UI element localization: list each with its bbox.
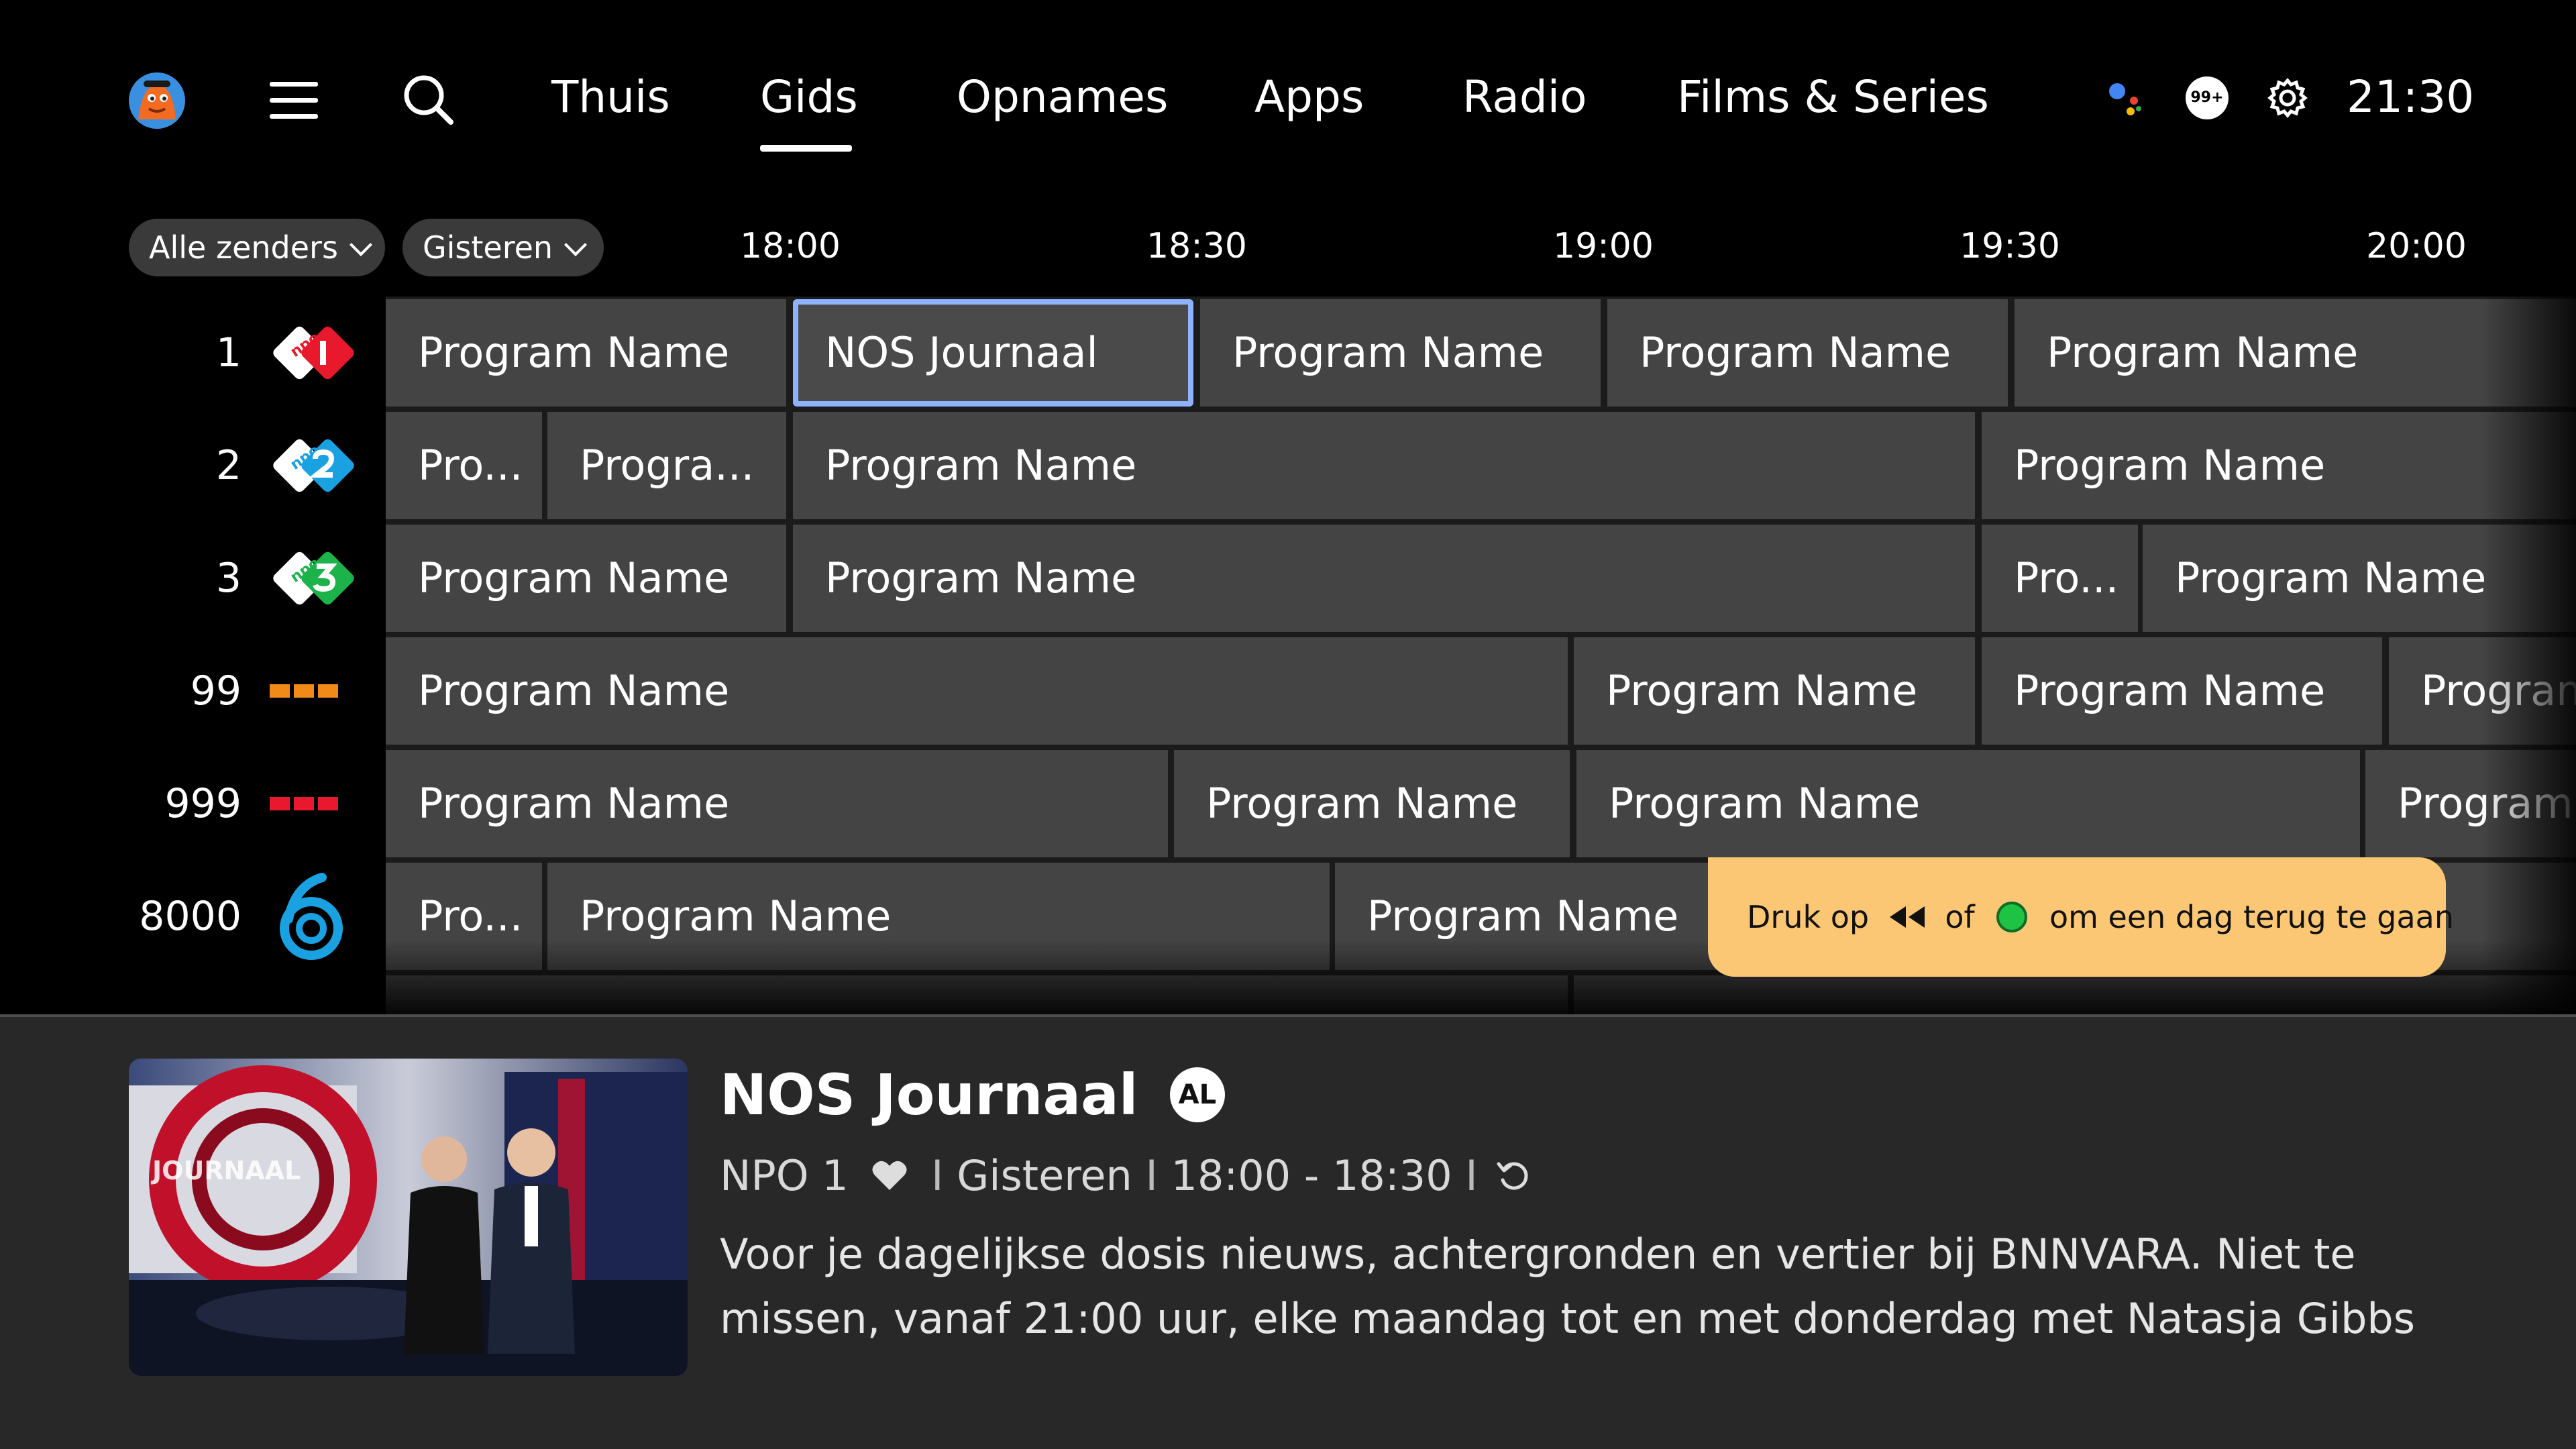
program-cell-focused[interactable]: NOS Journaal: [793, 299, 1193, 407]
program-meta: NPO 1 I Gisteren I 18:00 - 18:30 I: [720, 1146, 1532, 1206]
news-studio-image: JOURNAAL: [129, 1059, 688, 1376]
channel-number: 99: [190, 667, 241, 714]
chevron-down-icon: [564, 233, 588, 256]
npo-1-logo[interactable]: npo: [268, 323, 354, 385]
meta-separator: I: [1145, 1151, 1158, 1200]
program-cell[interactable]: Program Name: [386, 637, 1568, 745]
program-cell[interactable]: Program Name: [386, 525, 786, 632]
gear-icon: [2267, 78, 2308, 118]
replay-icon[interactable]: [1495, 1157, 1532, 1195]
program-cell[interactable]: Program Name: [1982, 412, 2576, 519]
timeline-label: 19:00: [1553, 226, 1654, 266]
npo-3-logo[interactable]: npo: [268, 549, 354, 610]
timeline-label: 18:00: [740, 226, 841, 266]
toast-suffix: om een dag terug te gaan: [2049, 899, 2455, 935]
npo-2-logo[interactable]: npo: [268, 436, 354, 498]
rtl-logo-red[interactable]: [270, 796, 342, 814]
timeline-label: 20:00: [2366, 226, 2467, 266]
program-cell[interactable]: Program Name: [793, 525, 1975, 632]
search-icon: [404, 75, 453, 125]
channel-6-logo[interactable]: [268, 872, 352, 963]
meta-separator: I: [931, 1151, 944, 1200]
program-thumbnail: JOURNAAL: [129, 1059, 688, 1376]
program-cell[interactable]: Program Name: [2143, 525, 2576, 632]
day-filter-label: Gisteren: [423, 229, 553, 266]
meta-channel: NPO 1: [720, 1151, 849, 1200]
profile-avatar[interactable]: [129, 72, 185, 129]
green-button-icon: [1996, 901, 2028, 932]
chevron-down-icon: [349, 233, 372, 256]
program-cell[interactable]: Program Name: [1174, 750, 1570, 857]
channel-number: 1: [215, 329, 241, 376]
rtl-logo-orange-icon: [270, 684, 338, 698]
program-cell[interactable]: Program Name: [1200, 299, 1601, 407]
nav-tab-gids[interactable]: Gids: [760, 67, 858, 127]
settings-button[interactable]: [2266, 76, 2309, 119]
day-filter-dropdown[interactable]: Gisteren: [402, 219, 604, 276]
menu-button[interactable]: [268, 79, 319, 122]
nav-tab-radio[interactable]: Radio: [1462, 67, 1587, 127]
program-cell[interactable]: Program Name: [1576, 750, 2360, 857]
program-cell[interactable]: Program Name: [2015, 299, 2576, 407]
program-cell[interactable]: Program Name: [793, 412, 1975, 519]
notifications-button[interactable]: 99+: [2186, 76, 2229, 119]
rtl-logo-red-icon: [270, 797, 338, 810]
program-cell[interactable]: Program Name: [1574, 637, 1975, 745]
notifications-badge: 99+: [2190, 89, 2224, 106]
timeline-label: 18:30: [1146, 226, 1247, 266]
thumbnail-text: JOURNAAL: [150, 1156, 301, 1185]
age-rating-text: AL: [1178, 1079, 1217, 1111]
avatar-icon: [129, 72, 185, 129]
program-cell[interactable]: Program Name: [2365, 750, 2576, 857]
program-cell-partial[interactable]: [386, 975, 1568, 1014]
program-cell[interactable]: Pro...: [1982, 525, 2138, 632]
toast-prefix: Druk op: [1747, 899, 1870, 935]
hint-toast: Druk op of om een dag terug te gaan: [1708, 857, 2454, 977]
program-description: Voor je dagelijkse dosis nieuws, achterg…: [720, 1230, 2416, 1360]
program-cell[interactable]: Program Name: [386, 750, 1168, 857]
hamburger-menu-icon: [270, 82, 318, 119]
program-cell[interactable]: Pro...: [386, 412, 542, 519]
program-cell[interactable]: Progra...: [547, 412, 786, 519]
meta-time: 18:00 - 18:30: [1171, 1151, 1452, 1200]
timeline-label: 19:30: [1960, 226, 2060, 266]
active-tab-indicator: [760, 145, 852, 152]
channel-filter-label: Alle zenders: [149, 229, 338, 266]
nav-tab-opnames[interactable]: Opnames: [957, 67, 1168, 127]
voice-assistant-button[interactable]: [2105, 78, 2145, 118]
program-cell[interactable]: Program Name: [1607, 299, 2008, 407]
search-button[interactable]: [401, 72, 455, 126]
toast-middle: of: [1945, 899, 1975, 935]
heart-icon[interactable]: [871, 1159, 908, 1193]
meta-separator: I: [1465, 1151, 1478, 1200]
nav-tab-films-series[interactable]: Films & Series: [1677, 67, 1989, 127]
program-title: NOS Journaal AL: [720, 1061, 1225, 1128]
rewind-icon: [1889, 906, 1925, 928]
program-title-text: NOS Journaal: [720, 1062, 1138, 1128]
program-cell[interactable]: Program Name: [547, 863, 1330, 970]
rtl-logo-orange[interactable]: [270, 683, 342, 702]
channel-number: 8000: [139, 893, 241, 940]
program-cell[interactable]: Pro...: [386, 863, 542, 970]
npo-3-logo-icon: npo: [273, 551, 354, 605]
meta-day: Gisteren: [957, 1151, 1132, 1200]
google-assistant-icon: [2109, 83, 2141, 115]
program-cell[interactable]: Program Name: [2389, 637, 2576, 745]
channel-number: 3: [215, 555, 241, 602]
program-cell[interactable]: Program Name: [1982, 637, 2382, 745]
nav-tab-apps[interactable]: Apps: [1254, 67, 1364, 127]
nav-tab-thuis[interactable]: Thuis: [551, 67, 670, 127]
npo-2-logo-icon: npo: [273, 439, 354, 492]
channel-6-logo-icon: [280, 873, 343, 960]
channel-number: 2: [215, 442, 241, 489]
program-cell[interactable]: Program Name: [386, 299, 786, 407]
clock: 21:30: [2347, 71, 2475, 123]
program-cell-partial[interactable]: [1574, 975, 2576, 1014]
npo-1-logo-icon: npo: [273, 326, 354, 380]
age-rating-badge: AL: [1169, 1067, 1225, 1123]
channel-number: 999: [164, 780, 241, 827]
channel-filter-dropdown[interactable]: Alle zenders: [129, 219, 385, 276]
